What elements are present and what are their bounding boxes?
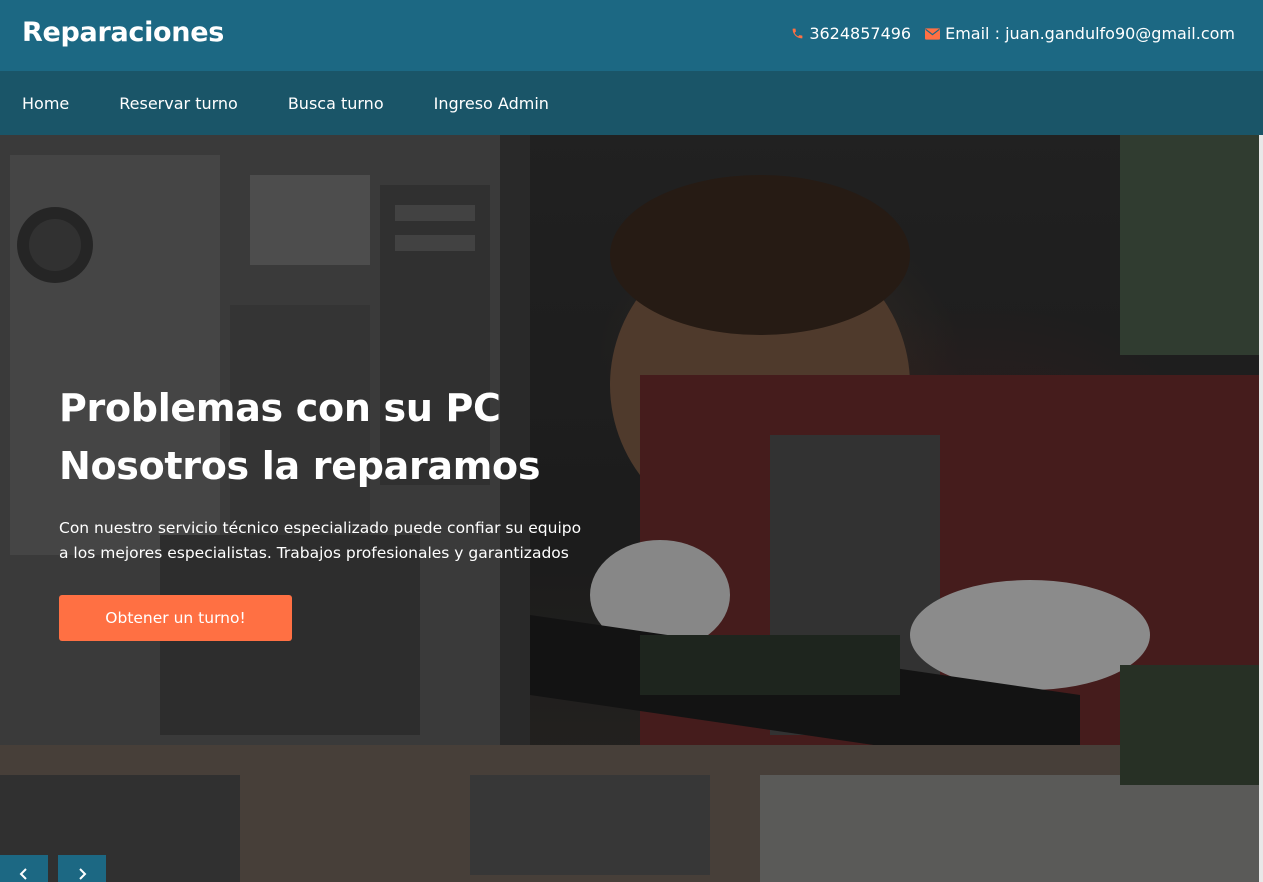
nav-reservar-turno[interactable]: Reservar turno [119,94,238,113]
email-address: Email : juan.gandulfo90@gmail.com [945,24,1235,43]
carousel-next-button[interactable] [58,855,106,882]
chevron-left-icon [17,866,31,882]
chevron-right-icon [75,866,89,882]
hero-headline-line2: Nosotros la reparamos [59,444,541,488]
phone-number: 3624857496 [809,24,912,43]
nav-ingreso-admin[interactable]: Ingreso Admin [434,94,549,113]
phone-icon [791,27,804,40]
carousel-prev-button[interactable] [0,855,48,882]
hero-headline-line1: Problemas con su PC [59,386,501,430]
hero-description-line2: a los mejores especialistas. Trabajos pr… [59,544,569,562]
brand-logo[interactable]: Reparaciones [22,17,224,48]
hero-overlay [0,135,1263,882]
nav-home[interactable]: Home [22,94,69,113]
main-nav: Home Reservar turno Busca turno Ingreso … [0,71,1263,135]
hero-carousel: Problemas con su PC Nosotros la reparamo… [0,135,1263,882]
hero-description: Con nuestro servicio técnico especializa… [59,516,619,566]
top-header: Reparaciones 3624857496 Email : juan.gan… [0,0,1263,71]
email-contact[interactable]: Email : juan.gandulfo90@gmail.com [925,24,1235,43]
phone-contact[interactable]: 3624857496 [791,24,911,43]
nav-busca-turno[interactable]: Busca turno [288,94,384,113]
get-appointment-button[interactable]: Obtener un turno! [59,595,292,641]
envelope-icon [925,27,941,40]
contact-info: 3624857496 Email : juan.gandulfo90@gmail… [791,24,1235,43]
hero-headline: Problemas con su PC Nosotros la reparamo… [59,379,540,495]
hero-description-line1: Con nuestro servicio técnico especializa… [59,519,582,537]
page-scrollbar[interactable] [1259,135,1263,882]
